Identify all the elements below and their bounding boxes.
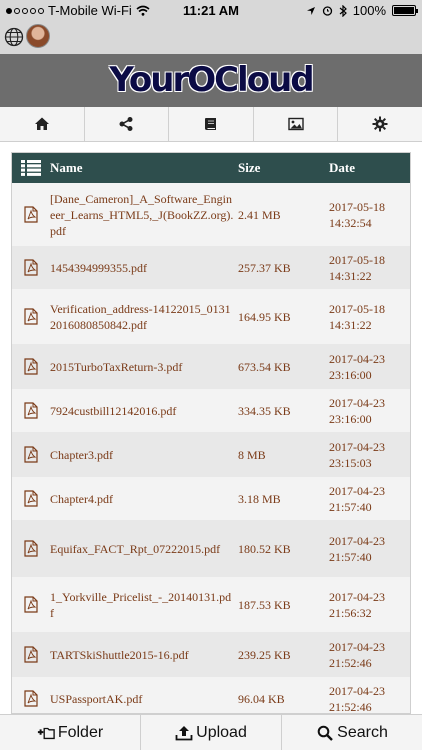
pdf-file-icon bbox=[12, 690, 50, 707]
table-row[interactable]: 1454394999355.pdf 257.37 KB 2017-05-18 14:… bbox=[12, 247, 410, 289]
status-right-group: 100% bbox=[306, 3, 418, 18]
avatar[interactable] bbox=[26, 24, 50, 48]
file-name[interactable]: Equifax_FACT_Rpt_07222015.pdf bbox=[50, 541, 238, 557]
file-name[interactable]: Chapter4.pdf bbox=[50, 491, 238, 507]
file-size: 96.04 KB bbox=[238, 691, 285, 706]
file-size: 164.95 KB bbox=[238, 309, 291, 324]
search-icon bbox=[317, 725, 333, 741]
file-size: 2.41 MB bbox=[238, 207, 281, 222]
pdf-file-icon bbox=[12, 490, 50, 507]
table-row[interactable]: USPassportAK.pdf 96.04 KB 2017-04-23 21:52… bbox=[12, 677, 410, 714]
battery-icon bbox=[392, 5, 418, 16]
list-icon bbox=[21, 160, 41, 176]
bluetooth-icon bbox=[339, 4, 347, 17]
file-name[interactable]: TARTSkiShuttle2015-16.pdf bbox=[50, 647, 238, 663]
nav-book-button[interactable] bbox=[169, 107, 254, 141]
file-date: 2017-04-23 21:52:46 bbox=[329, 683, 385, 714]
table-row[interactable]: [Dane_Cameron]_A_Software_Engineer_Learn… bbox=[12, 183, 410, 247]
file-size: 187.53 KB bbox=[238, 597, 291, 612]
nav-image-button[interactable] bbox=[254, 107, 339, 141]
table-row[interactable]: 2015TurboTaxReturn-3.pdf 673.54 KB 2017-04… bbox=[12, 345, 410, 389]
new-folder-label: Folder bbox=[57, 723, 104, 741]
file-size: 3.18 MB bbox=[238, 491, 281, 506]
status-bar: T-Mobile Wi-Fi 11:21 AM 100% bbox=[0, 0, 422, 22]
nav-settings-button[interactable] bbox=[338, 107, 422, 141]
book-icon bbox=[204, 118, 216, 130]
pdf-file-icon bbox=[12, 540, 50, 557]
nav-home-button[interactable] bbox=[0, 107, 85, 141]
pdf-file-icon bbox=[12, 596, 50, 613]
file-date: 2017-04-23 21:57:40 bbox=[329, 483, 385, 514]
home-icon bbox=[34, 117, 49, 130]
pdf-file-icon bbox=[12, 446, 50, 463]
file-date: 2017-05-18 14:31:22 bbox=[329, 301, 385, 332]
table-row[interactable]: 1_Yorkville_Pricelist_-_20140131.pdf 187.… bbox=[12, 577, 410, 633]
file-size: 239.25 KB bbox=[238, 647, 291, 662]
file-name[interactable]: [Dane_Cameron]_A_Software_Engineer_Learn… bbox=[50, 191, 238, 239]
column-date-header[interactable]: Date bbox=[329, 160, 410, 176]
globe-icon[interactable] bbox=[4, 27, 24, 47]
search-label: Search bbox=[337, 723, 388, 741]
table-body: [Dane_Cameron]_A_Software_Engineer_Learn… bbox=[12, 183, 410, 714]
new-folder-button[interactable]: Folder bbox=[0, 715, 141, 750]
app-logo[interactable]: YourOCloud bbox=[0, 60, 422, 100]
pdf-file-icon bbox=[12, 358, 50, 375]
file-size: 180.52 KB bbox=[238, 541, 291, 556]
file-size: 257.37 KB bbox=[238, 260, 291, 275]
user-bar bbox=[0, 22, 422, 54]
column-size-header[interactable]: Size bbox=[238, 160, 329, 176]
file-date: 2017-05-18 14:32:54 bbox=[329, 199, 385, 230]
alarm-icon bbox=[322, 6, 332, 16]
table-row[interactable]: TARTSkiShuttle2015-16.pdf 239.25 KB 2017-0… bbox=[12, 633, 410, 677]
file-name[interactable]: 1454394999355.pdf bbox=[50, 260, 238, 276]
logo-banner: YourOCloud bbox=[0, 54, 422, 107]
file-name[interactable]: 2015TurboTaxReturn-3.pdf bbox=[50, 359, 238, 375]
table-row[interactable]: Verification_address-14122015_0131201608… bbox=[12, 289, 410, 345]
upload-button[interactable]: Upload bbox=[141, 715, 282, 750]
file-name[interactable]: USPassportAK.pdf bbox=[50, 691, 238, 707]
file-name[interactable]: 7924custbill12142016.pdf bbox=[50, 403, 238, 419]
nav-share-button[interactable] bbox=[85, 107, 170, 141]
add-folder-icon bbox=[37, 727, 55, 739]
file-date: 2017-04-23 21:57:40 bbox=[329, 533, 385, 564]
pdf-file-icon bbox=[12, 206, 50, 223]
file-date: 2017-04-23 23:15:03 bbox=[329, 439, 385, 470]
file-date: 2017-05-18 14:31:22 bbox=[329, 252, 385, 283]
file-size: 673.54 KB bbox=[238, 359, 291, 374]
file-name[interactable]: 1_Yorkville_Pricelist_-_20140131.pdf bbox=[50, 589, 238, 621]
column-name-header[interactable]: Name bbox=[50, 160, 238, 176]
pdf-file-icon bbox=[12, 259, 50, 276]
table-row[interactable]: 7924custbill12142016.pdf 334.35 KB 2017-04… bbox=[12, 389, 410, 433]
upload-label: Upload bbox=[196, 723, 247, 741]
file-name[interactable]: Chapter3.pdf bbox=[50, 447, 238, 463]
file-date: 2017-04-23 23:16:00 bbox=[329, 395, 385, 426]
search-button[interactable]: Search bbox=[282, 715, 422, 750]
table-row[interactable]: Chapter3.pdf 8 MB 2017-04-23 23:15:03 bbox=[12, 433, 410, 477]
pdf-file-icon bbox=[12, 402, 50, 419]
list-view-toggle[interactable] bbox=[12, 160, 50, 176]
battery-percent: 100% bbox=[352, 3, 386, 18]
image-icon bbox=[287, 117, 304, 131]
upload-icon bbox=[175, 725, 193, 740]
table-row[interactable]: Equifax_FACT_Rpt_07222015.pdf 180.52 KB 20… bbox=[12, 521, 410, 577]
file-date: 2017-04-23 21:52:46 bbox=[329, 639, 385, 670]
file-table: Name Size Date [Dane_Cameron]_A_Software… bbox=[11, 152, 411, 714]
table-row[interactable]: Chapter4.pdf 3.18 MB 2017-04-23 21:57:40 bbox=[12, 477, 410, 521]
pdf-file-icon bbox=[12, 646, 50, 663]
top-nav bbox=[0, 107, 422, 142]
file-size: 334.35 KB bbox=[238, 403, 291, 418]
file-name[interactable]: Verification_address-14122015_0131201608… bbox=[50, 301, 238, 333]
pdf-file-icon bbox=[12, 308, 50, 325]
location-arrow-icon bbox=[306, 6, 315, 15]
share-icon bbox=[119, 117, 133, 131]
bottom-toolbar: Folder Upload Search bbox=[0, 714, 422, 750]
table-header: Name Size Date bbox=[12, 153, 410, 183]
file-size: 8 MB bbox=[238, 447, 266, 462]
file-date: 2017-04-23 21:56:32 bbox=[329, 589, 385, 620]
gear-icon bbox=[372, 116, 388, 132]
file-date: 2017-04-23 23:16:00 bbox=[329, 351, 385, 382]
